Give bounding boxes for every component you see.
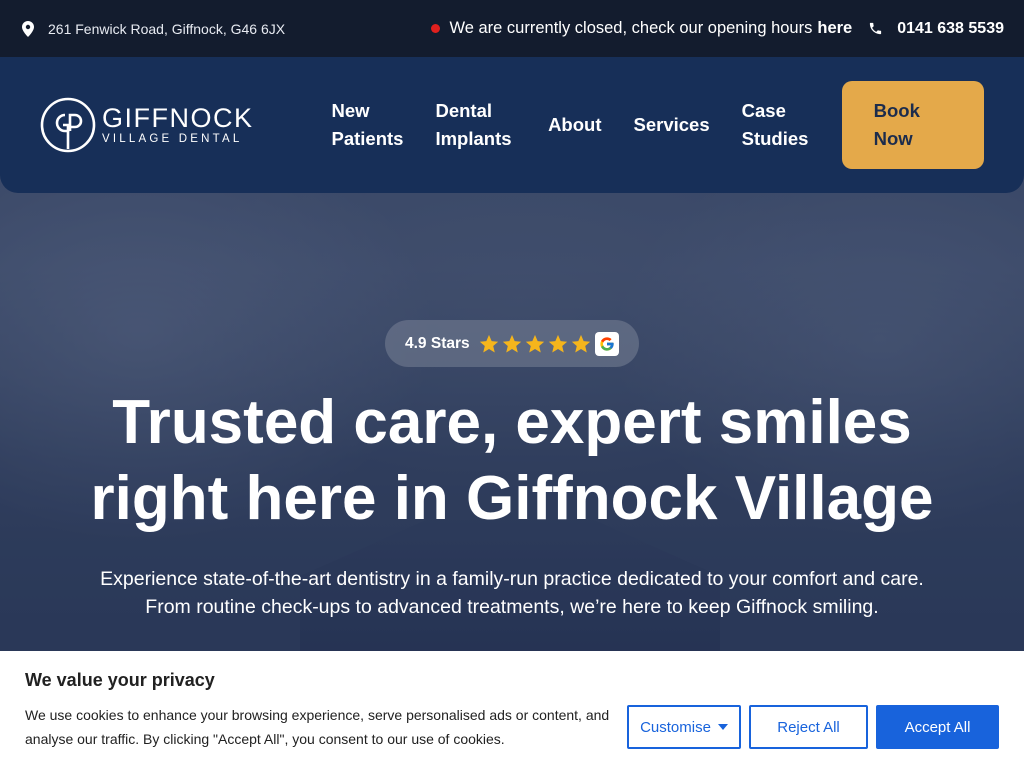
phone-icon bbox=[870, 22, 882, 35]
logo-sub-text: VILLAGE DENTAL bbox=[102, 132, 243, 145]
accept-all-button[interactable]: Accept All bbox=[876, 705, 999, 749]
logo-brand-text: GIFFNOCK bbox=[102, 102, 254, 133]
star-icon bbox=[548, 334, 567, 353]
cookie-consent-banner: We value your privacy We use cookies to … bbox=[0, 651, 1024, 768]
rating-stars bbox=[478, 333, 593, 355]
main-nav: New Patients Dental Implants About Servi… bbox=[332, 97, 842, 153]
caret-down-icon bbox=[717, 724, 728, 730]
address[interactable]: 261 Fenwick Road, Giffnock, G46 6JX bbox=[22, 20, 286, 37]
google-rating-badge[interactable]: 4.9 Stars bbox=[385, 320, 639, 367]
phone-link[interactable]: 0141 638 5539 bbox=[868, 20, 1004, 38]
opening-status: We are currently closed, check our openi… bbox=[431, 19, 852, 38]
site-logo[interactable]: GIFFNOCK VILLAGE DENTAL bbox=[40, 97, 254, 153]
status-text: We are currently closed, check our openi… bbox=[449, 19, 813, 37]
nav-item-new-patients[interactable]: New Patients bbox=[332, 97, 404, 153]
cookie-description: We use cookies to enhance your browsing … bbox=[25, 707, 610, 747]
nav-item-case-studies[interactable]: Case Studies bbox=[742, 97, 810, 153]
phone-number: 0141 638 5539 bbox=[897, 19, 1004, 37]
nav-item-dental-implants[interactable]: Dental Implants bbox=[435, 97, 516, 153]
map-pin-icon bbox=[22, 20, 34, 37]
customise-label: Customise bbox=[640, 718, 711, 736]
logo-emblem-icon bbox=[40, 97, 96, 153]
hero-heading: Trusted care, expert smiles right here i… bbox=[0, 385, 1024, 537]
address-text: 261 Fenwick Road, Giffnock, G46 6JX bbox=[48, 20, 286, 37]
customise-button[interactable]: Customise bbox=[627, 705, 741, 749]
closed-status-dot bbox=[431, 24, 441, 33]
rating-label: 4.9 Stars bbox=[405, 334, 470, 352]
site-header: GIFFNOCK VILLAGE DENTAL New Patients Den… bbox=[0, 57, 1024, 193]
hero-heading-line-2: right here in Giffnock Village bbox=[90, 464, 934, 533]
book-now-button[interactable]: Book Now bbox=[841, 81, 984, 169]
top-info-bar: 261 Fenwick Road, Giffnock, G46 6JX We a… bbox=[0, 0, 1024, 57]
google-g-icon bbox=[594, 331, 619, 356]
hero-subtitle: Experience state-of-the-art dentistry in… bbox=[100, 568, 924, 618]
reject-all-button[interactable]: Reject All bbox=[749, 705, 868, 749]
star-icon bbox=[479, 334, 498, 353]
cookie-actions: Customise Reject All Accept All bbox=[619, 705, 999, 749]
nav-item-about[interactable]: About bbox=[548, 111, 601, 139]
star-icon bbox=[525, 334, 544, 353]
nav-item-services[interactable]: Services bbox=[634, 111, 710, 139]
hero-heading-line-1: Trusted care, expert smiles bbox=[112, 388, 912, 457]
star-icon bbox=[571, 334, 590, 353]
star-icon bbox=[502, 334, 521, 353]
opening-hours-link[interactable]: here bbox=[817, 19, 852, 38]
cookie-title: We value your privacy bbox=[25, 670, 215, 690]
